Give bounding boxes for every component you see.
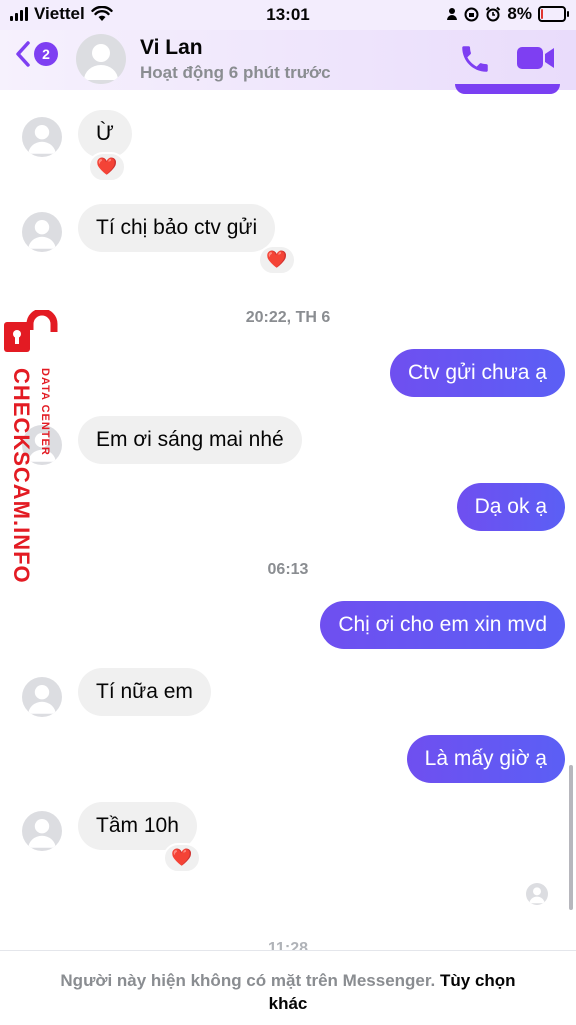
padlock-icon (4, 310, 58, 352)
conversation-header: 2 Vi Lan Hoạt động 6 phút trước (0, 30, 576, 90)
scrollbar[interactable] (569, 765, 573, 910)
battery-icon (538, 6, 569, 22)
outgoing-message-bubble[interactable]: Là mấy giờ ạ (406, 735, 565, 783)
heart-reaction[interactable]: ❤️ (258, 245, 296, 275)
battery-level (541, 9, 543, 19)
person-icon (447, 8, 458, 20)
back-button[interactable]: 2 (14, 40, 58, 68)
chevron-left-icon (16, 41, 30, 67)
contact-avatar[interactable] (76, 34, 126, 84)
screen-lock-icon (464, 7, 479, 21)
contact-name[interactable]: Vi Lan (140, 36, 203, 60)
status-bar: Viettel 13:01 8% (0, 0, 576, 30)
timestamp-divider: 20:22, TH 6 (245, 309, 331, 326)
timestamp-divider: 11:28 (267, 940, 309, 950)
incoming-message-bubble[interactable]: Tí chị bảo ctv gửi (78, 204, 276, 252)
sender-avatar (22, 811, 62, 851)
unavailable-footer: Người này hiện không có mặt trên Messeng… (0, 950, 576, 1025)
sender-avatar (22, 212, 62, 252)
battery-percent: 8% (507, 4, 532, 23)
checkscam-watermark: CHECKSCAM.INFO DATA CENTER (4, 310, 60, 590)
watermark-brand: CHECKSCAM.INFO (9, 368, 34, 584)
timestamp-divider: 06:13 (267, 561, 309, 578)
seen-avatar (526, 883, 548, 905)
alarm-icon (486, 6, 501, 22)
heart-reaction[interactable]: ❤️ (163, 843, 201, 873)
incoming-message-bubble[interactable]: Ừ (78, 110, 132, 158)
unread-count-badge: 2 (34, 42, 58, 66)
phone-icon (462, 46, 488, 72)
outgoing-message-bubble[interactable]: Dạ ok ạ (456, 483, 565, 531)
incoming-message-bubble[interactable]: Tí nữa em (78, 668, 211, 716)
sender-avatar (22, 117, 62, 157)
outgoing-message-bubble[interactable]: Ctv gửi chưa ạ (389, 349, 565, 397)
voice-call-button[interactable] (458, 42, 492, 81)
video-call-button[interactable] (516, 44, 556, 77)
incoming-message-bubble[interactable]: Em ơi sáng mai nhé (78, 416, 302, 464)
activity-status: Hoạt động 6 phút trước (140, 63, 331, 82)
video-camera-icon (517, 47, 554, 69)
heart-reaction[interactable]: ❤️ (88, 152, 126, 182)
outgoing-message-bubble[interactable]: Chị ơi cho em xin mvd (320, 601, 565, 649)
sender-avatar (22, 677, 62, 717)
watermark-tagline: DATA CENTER (39, 368, 51, 456)
unavailable-notice: Người này hiện không có mặt trên Messeng… (60, 971, 436, 990)
partial-outgoing-bubble (455, 84, 560, 94)
default-avatar-icon (84, 44, 118, 80)
